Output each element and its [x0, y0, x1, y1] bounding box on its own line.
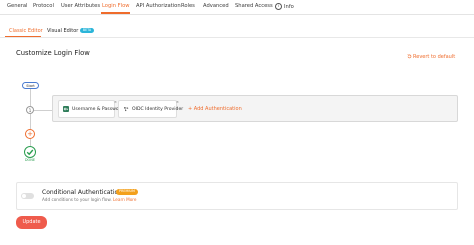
authenticator-label: OIDC Identity Provider: [132, 107, 184, 112]
revert-to-default-button[interactable]: Revert to default: [407, 54, 455, 60]
tab-protocol[interactable]: Protocol: [33, 3, 54, 9]
remove-authenticator-icon[interactable]: ×: [176, 100, 179, 104]
premium-badge: PREMIUM: [116, 189, 138, 195]
top-tab-bar: General Protocol User Attributes Login F…: [0, 0, 474, 15]
tab-advanced[interactable]: Advanced: [203, 3, 229, 9]
flow-connector: [30, 114, 31, 129]
step-connector: [34, 110, 52, 111]
remove-authenticator-icon[interactable]: ×: [114, 100, 117, 104]
conditional-auth-description-text: Add conditions to your login flow.: [42, 197, 112, 202]
tab-info[interactable]: i Info: [275, 3, 294, 10]
tab-user-attributes[interactable]: User Attributes: [61, 3, 100, 9]
conditional-auth-description: Add conditions to your login flow. Learn…: [42, 197, 136, 202]
key-icon: [63, 105, 69, 112]
subnav-divider: [0, 37, 474, 38]
authenticator-card-oidc[interactable]: OIDC Identity Provider ×: [118, 100, 183, 118]
update-button[interactable]: Update: [16, 216, 47, 229]
tab-roles[interactable]: Roles: [181, 3, 195, 9]
beta-badge: BETA: [80, 28, 94, 33]
learn-more-link[interactable]: Learn More: [113, 197, 136, 202]
step-number-badge: 1: [26, 106, 34, 114]
flow-start-node: Start: [22, 82, 39, 89]
add-authentication-button[interactable]: + Add Authentication: [188, 106, 242, 112]
conditional-auth-title: Conditional Authentication: [42, 189, 122, 196]
done-label: DONE: [24, 158, 36, 162]
done-node: [24, 146, 36, 158]
tab-classic-editor[interactable]: Classic Editor: [9, 28, 43, 34]
info-icon: i: [275, 3, 282, 10]
flow-connector: [30, 139, 31, 146]
revert-icon: [407, 54, 412, 59]
checkmark-icon: [26, 149, 34, 156]
revert-label: Revert to default: [413, 54, 456, 60]
tab-shared-access[interactable]: Shared Access: [235, 3, 273, 9]
tab-login-flow[interactable]: Login Flow: [102, 3, 130, 9]
flow-start-label: Start: [26, 84, 35, 88]
tab-info-label: Info: [284, 4, 294, 10]
active-tab-indicator: [101, 12, 130, 14]
tab-api-authorization[interactable]: API Authorization: [136, 3, 181, 9]
tab-visual-editor-label: Visual Editor: [47, 28, 79, 34]
toggle-knob: [22, 194, 26, 198]
authenticator-card-username-password[interactable]: Username & Password ×: [58, 100, 123, 118]
tab-visual-editor[interactable]: Visual Editor BETA: [47, 28, 94, 34]
flow-connector: [30, 89, 31, 106]
federation-icon: [123, 106, 129, 112]
page-title: Customize Login Flow: [16, 49, 90, 57]
authenticator-label: Username & Password: [72, 107, 124, 112]
add-step-button[interactable]: +: [25, 129, 35, 139]
conditional-authentication-panel: [16, 182, 458, 210]
tab-general[interactable]: General: [7, 3, 27, 9]
